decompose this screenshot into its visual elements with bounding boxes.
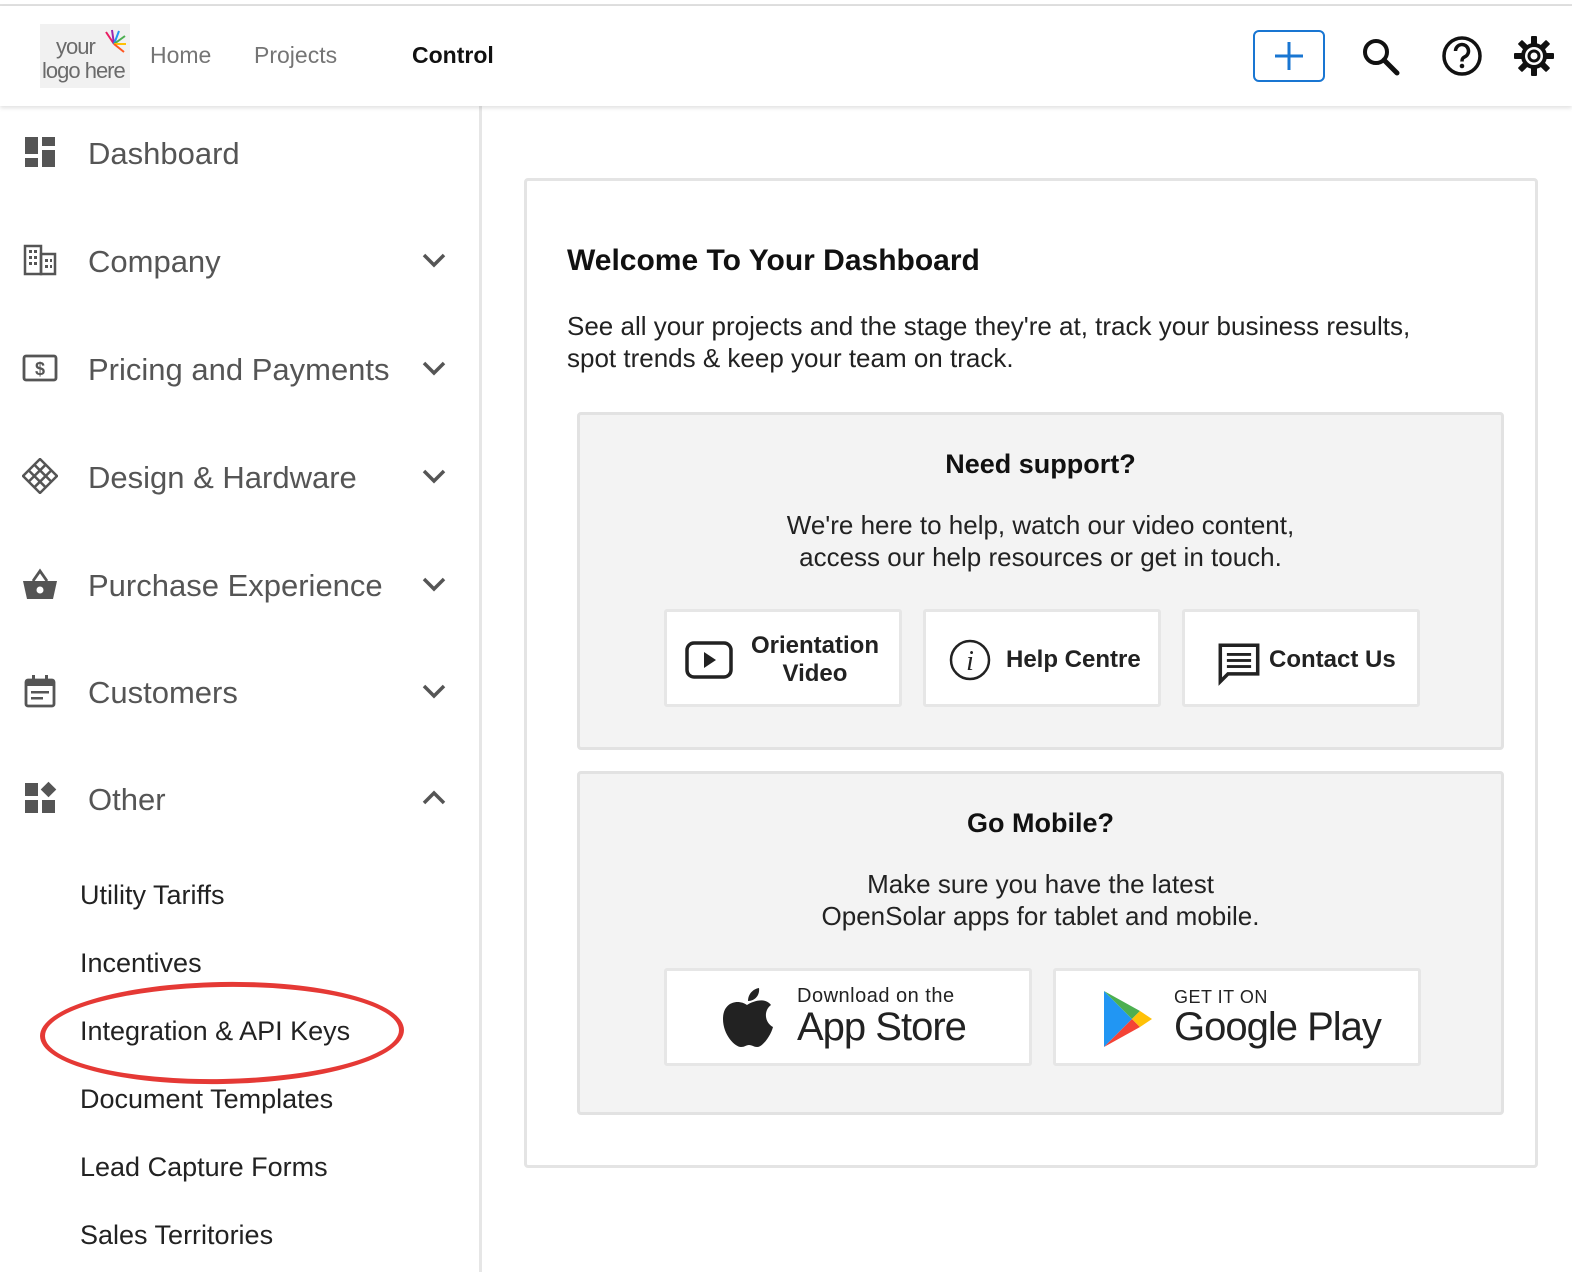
sidebar-item-pricing[interactable]: $ Pricing and Payments [0,338,480,398]
dollar-icon: $ [22,354,58,382]
logo-line1: your [56,34,96,59]
sidebar-item-label: Design & Hardware [88,460,357,495]
svg-text:$: $ [35,359,45,379]
subitem-document-templates[interactable]: Document Templates [80,1084,333,1115]
support-panel: Need support? We're here to help, watch … [577,412,1504,750]
mobile-panel: Go Mobile? Make sure you have the latest… [577,771,1504,1115]
search-icon[interactable] [1358,34,1402,78]
basket-icon [23,568,57,599]
google-play-button[interactable]: GET IT ON Google Play [1053,968,1421,1066]
help-centre-button[interactable]: i Help Centre [923,609,1161,707]
support-title: Need support? [945,449,1136,479]
support-text: We're here to help, watch our video cont… [580,509,1501,573]
chat-icon [1218,643,1260,686]
sidebar-item-purchase-experience[interactable]: Purchase Experience [0,554,480,614]
contact-us-button[interactable]: Contact Us [1182,609,1420,707]
page-title: Welcome To Your Dashboard [567,244,980,277]
calendar-icon [24,675,56,708]
google-play-big-text: Google Play [1174,1005,1382,1049]
chevron-down-icon [422,469,446,484]
orientation-video-label-line1: Orientation [750,632,879,659]
subitem-sales-territories[interactable]: Sales Territories [80,1220,273,1251]
sidebar-item-label: Purchase Experience [88,568,383,603]
app-store-button[interactable]: Download on the App Store [664,968,1032,1066]
welcome-text: See all your projects and the stage they… [567,310,1487,374]
mobile-text: Make sure you have the latest OpenSolar … [580,868,1501,932]
nav-home[interactable]: Home [150,42,211,69]
contact-us-label: Contact Us [1269,646,1396,673]
building-icon [23,244,57,276]
chevron-down-icon [422,577,446,592]
nav-control[interactable]: Control [412,42,494,69]
subitem-utility-tariffs[interactable]: Utility Tariffs [80,880,225,911]
sidebar-item-label: Customers [88,675,238,710]
app-header: your logo here Home Projects Control [0,6,1572,106]
orientation-video-label-line2: Video [782,660,848,687]
app-store-big-text: App Store [797,1005,967,1049]
welcome-text-line2: spot trends & keep your team on track. [567,343,1014,373]
support-text-line1: We're here to help, watch our video cont… [786,510,1295,540]
welcome-text-line1: See all your projects and the stage they… [567,311,1411,341]
chevron-up-icon [422,790,446,805]
sidebar-item-design-hardware[interactable]: Design & Hardware [0,446,480,506]
chevron-down-icon [422,253,446,268]
sidebar-item-label: Pricing and Payments [88,352,390,387]
apple-icon [723,988,773,1047]
nav-projects[interactable]: Projects [254,42,337,69]
widgets-icon [25,781,57,813]
gear-icon[interactable] [1512,34,1556,78]
mobile-text-line2: OpenSolar apps for tablet and mobile. [821,901,1260,931]
google-play-icon [1104,991,1152,1047]
grid-diamond-icon [22,458,58,494]
sidebar-item-dashboard[interactable]: Dashboard [0,122,480,182]
sidebar-item-label: Company [88,244,221,279]
sidebar-item-other[interactable]: Other [0,768,480,828]
plus-icon [1275,42,1303,70]
company-logo[interactable]: your logo here [40,24,130,88]
subitem-lead-capture-forms[interactable]: Lead Capture Forms [80,1152,328,1183]
svg-text:i: i [966,646,974,677]
orientation-video-label: Orientation Video [743,632,887,688]
play-icon [685,641,733,679]
sidebar-item-label: Other [88,782,166,817]
info-icon: i [949,639,991,681]
logo-line2: logo here [42,58,126,83]
sidebar-item-company[interactable]: Company [0,230,480,290]
chevron-down-icon [422,361,446,376]
dashboard-icon [25,137,55,167]
subitem-incentives[interactable]: Incentives [80,948,202,979]
orientation-video-button[interactable]: Orientation Video [664,609,902,707]
chevron-down-icon [422,684,446,699]
mobile-text-line1: Make sure you have the latest [867,869,1214,899]
help-icon[interactable] [1440,34,1484,78]
logo-burst-icon [105,29,126,53]
mobile-title: Go Mobile? [967,808,1114,838]
help-centre-label: Help Centre [1006,646,1141,673]
support-text-line2: access our help resources or get in touc… [799,542,1282,572]
add-button[interactable] [1253,30,1325,82]
sidebar-item-customers[interactable]: Customers [0,661,480,721]
sidebar-item-label: Dashboard [88,136,240,171]
